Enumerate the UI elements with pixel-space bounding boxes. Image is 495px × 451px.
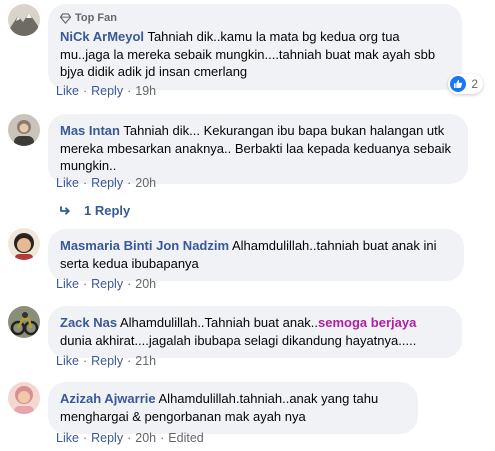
comment-timestamp[interactable]: 21h: [135, 354, 156, 368]
avatar[interactable]: [8, 4, 40, 36]
comment-author[interactable]: Azizah Ajwarrie: [60, 391, 156, 406]
like-link[interactable]: Like: [56, 354, 79, 368]
comment-author[interactable]: NiCk ArMeyol: [60, 29, 144, 44]
reply-link[interactable]: Reply: [91, 84, 123, 98]
top-fan-diamond-icon: [60, 13, 71, 24]
comment-bubble: Mas Intan Tahniah dik... Kekurangan ibu …: [48, 114, 468, 184]
comment-actions: Like · Reply · 20h: [56, 277, 157, 291]
reply-link[interactable]: Reply: [91, 354, 123, 368]
comment-author[interactable]: Zack Nas: [60, 315, 117, 330]
comment-timestamp[interactable]: 20h: [135, 277, 156, 291]
comment-timestamp[interactable]: 19h: [135, 84, 156, 98]
reaction-count: 2: [471, 77, 478, 91]
like-link[interactable]: Like: [56, 277, 79, 291]
comment-bubble: Top Fan NiCk ArMeyol Tahniah dik..kamu l…: [48, 4, 462, 90]
reply-link[interactable]: Reply: [91, 431, 123, 445]
like-thumb-icon: [450, 76, 467, 92]
reply-arrow-icon: [60, 205, 70, 215]
comment-text: Alhamdulillah..Tahniah buat anak..: [120, 315, 319, 330]
top-fan-badge: Top Fan: [60, 12, 450, 25]
reply-link[interactable]: Reply: [91, 176, 123, 190]
avatar[interactable]: [8, 228, 40, 260]
comment-timestamp[interactable]: 20h: [135, 176, 156, 190]
like-link[interactable]: Like: [56, 84, 79, 98]
edited-label[interactable]: Edited: [168, 431, 203, 445]
replies-count[interactable]: 1 Reply: [84, 203, 130, 218]
view-replies-link[interactable]: 1 Reply: [60, 203, 130, 218]
comment-text-continued: dunia akhirat....jagalah ibubapa selagi …: [60, 332, 417, 348]
comment-author[interactable]: Mas Intan: [60, 123, 120, 138]
reply-link[interactable]: Reply: [91, 277, 123, 291]
like-link[interactable]: Like: [56, 431, 79, 445]
like-link[interactable]: Like: [56, 176, 79, 190]
highlighted-text: semoga berjaya: [318, 315, 417, 330]
avatar[interactable]: [8, 382, 40, 414]
comment-actions: Like · Reply · 21h: [56, 354, 157, 368]
comment-actions: Like · Reply · 20h · Edited: [56, 431, 204, 445]
reaction-count-badge[interactable]: 2: [448, 74, 483, 94]
comment-actions: Like · Reply · 19h: [56, 84, 157, 98]
top-fan-label: Top Fan: [75, 12, 117, 24]
avatar[interactable]: [8, 306, 40, 338]
comment-author[interactable]: Masmaria Binti Jon Nadzim: [60, 238, 229, 253]
comment-actions: Like · Reply · 20h: [56, 176, 157, 190]
comment-bubble: Zack Nas Alhamdulillah..Tahniah buat ana…: [48, 306, 462, 358]
comment-timestamp[interactable]: 20h: [135, 431, 156, 445]
comment-bubble: Azizah Ajwarrie Alhamdulillah.tahniah..a…: [48, 382, 418, 434]
avatar[interactable]: [8, 114, 40, 146]
comment-bubble: Masmaria Binti Jon Nadzim Alhamdulillah.…: [48, 229, 464, 281]
